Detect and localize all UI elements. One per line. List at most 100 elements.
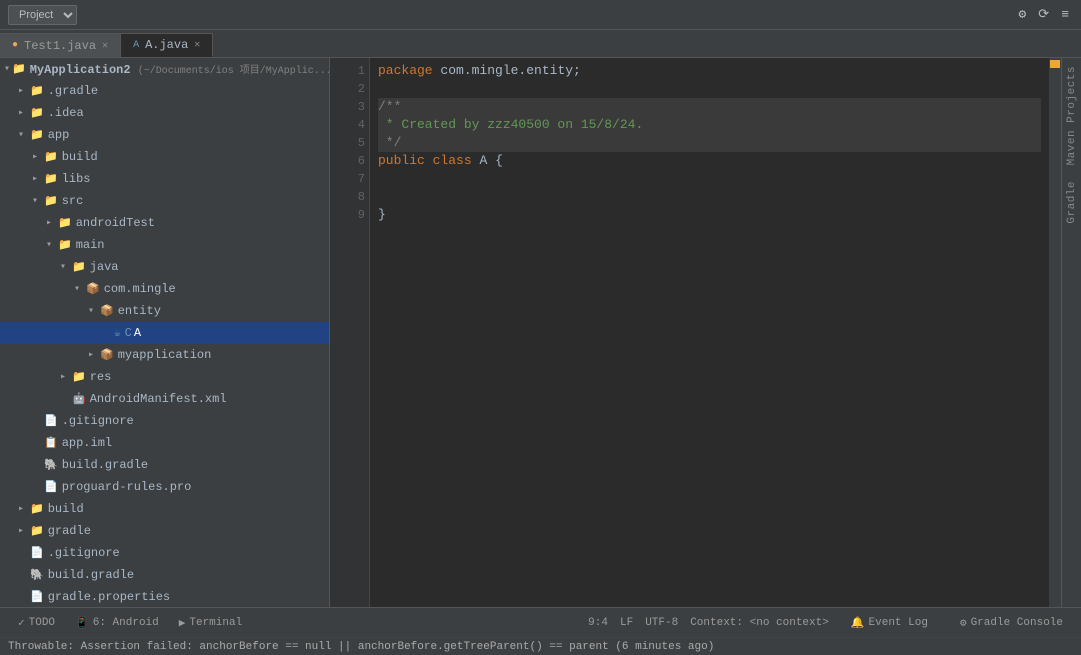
tree-label-myapplication: myapplication [118,348,212,362]
folder-icon-main: 📁 [58,238,72,252]
terminal-icon: ▶ [179,616,186,630]
tree-item-main[interactable]: ▾ 📁 main [0,234,329,256]
tree-item-myapp[interactable]: ▾ 📁 MyApplication2 (~/Documents/ios 项目/M… [0,58,329,80]
tree-item-build1[interactable]: ▸ 📁 build [0,146,329,168]
folder-icon-src: 📁 [44,194,58,208]
tree-item-build2[interactable]: ▸ 📁 build [0,498,329,520]
code-area[interactable]: package com.mingle.entity; /** * Created… [370,58,1049,607]
tree-item-gradle[interactable]: ▸ 📁 .gradle [0,80,329,102]
arrow-gradle2: ▸ [18,525,28,537]
maven-projects-label[interactable]: Maven Projects [1064,58,1080,173]
tree-label-proguard: proguard-rules.pro [62,480,192,494]
tree-item-appiml[interactable]: 📋 app.iml [0,432,329,454]
todo-icon: ✓ [18,616,25,630]
arrow-androidtest: ▸ [46,217,56,229]
settings-icon[interactable]: ≡ [1057,5,1073,24]
code-line-6: public class A { [378,152,1041,170]
folder-icon-gradle2: 📁 [30,524,44,538]
tree-label-gitignore1: .gitignore [62,414,134,428]
tree-label-app: app [48,128,70,142]
arrow-src: ▾ [32,195,42,207]
tree-label-gradleprop: gradle.properties [48,590,170,604]
tree-item-java[interactable]: ▾ 📁 java [0,256,329,278]
tab-bar: ● Test1.java ✕ A A.java ✕ [0,30,1081,58]
editor-gutter [1049,58,1061,607]
refresh-icon[interactable]: ⟳ [1034,5,1053,24]
package-icon-entity: 📦 [100,304,114,318]
arrow-res: ▸ [60,371,70,383]
arrow-build2: ▸ [18,503,28,515]
event-log-button[interactable]: 🔔 Event Log [841,612,938,634]
status-tab-terminal[interactable]: ▶ Terminal [169,612,252,634]
tree-item-idea[interactable]: ▸ 📁 .idea [0,102,329,124]
package-icon-commingle: 📦 [86,282,100,296]
tree-item-app[interactable]: ▾ 📁 app [0,124,329,146]
tree-item-commingle[interactable]: ▾ 📦 com.mingle [0,278,329,300]
gradle-icon-buildgradle1: 🐘 [44,458,58,472]
folder-icon-idea: 📁 [30,106,44,120]
tree-label-entity: entity [118,304,161,318]
tree-item-buildgradle2[interactable]: 🐘 build.gradle [0,564,329,586]
folder-icon-build2: 📁 [30,502,44,516]
tab-ajava[interactable]: A A.java ✕ [121,33,213,57]
tree-item-androidmanifest[interactable]: 🤖 AndroidManifest.xml [0,388,329,410]
tree-label-gitignore2: .gitignore [48,546,120,560]
gradle-label[interactable]: Gradle [1064,173,1080,232]
side-labels: Maven Projects Gradle [1061,58,1081,607]
line-numbers: 1 2 3 4 5 6 7 8 9 [330,58,370,607]
folder-icon-app: 📁 [30,128,44,142]
test1-icon: ● [12,40,18,51]
arrow-java: ▾ [60,261,70,273]
tree-item-gitignore1[interactable]: 📄 .gitignore [0,410,329,432]
status-tab-todo[interactable]: ✓ TODO [8,612,65,634]
status-tab-android[interactable]: 📱 6: Android [65,612,169,634]
tab-test1-close[interactable]: ✕ [102,40,108,52]
git-icon-gitignore2: 📄 [30,546,44,560]
tree-item-myapplication[interactable]: ▸ 📦 myapplication [0,344,329,366]
tree-label-main: main [76,238,105,252]
prop-icon-gradleprop: 📄 [30,590,44,604]
editor: 1 2 3 4 5 6 7 8 9 package com.mingle.ent… [330,58,1061,607]
tree-item-gradleprop[interactable]: 📄 gradle.properties [0,586,329,607]
code-line-3: /** [378,98,1041,116]
tree-label-build2: build [48,502,84,516]
gradle-console-button[interactable]: ⚙ Gradle Console [950,612,1073,634]
tree-item-gradle2[interactable]: ▸ 📁 gradle [0,520,329,542]
tree-item-proguard[interactable]: 📄 proguard-rules.pro [0,476,329,498]
iml-icon-appiml: 📋 [44,436,58,450]
code-line-2 [378,80,1041,98]
status-bar: ✓ TODO 📱 6: Android ▶ Terminal 9:4 LF UT… [0,607,1081,637]
code-line-5: */ [378,134,1041,152]
todo-label: TODO [29,617,55,629]
tree-label-libs: libs [62,172,91,186]
gradle-icon-buildgradle2: 🐘 [30,568,44,582]
main-area: ▾ 📁 MyApplication2 (~/Documents/ios 项目/M… [0,58,1081,607]
tree-item-afile[interactable]: ☕ C A [0,322,329,344]
package-icon-myapplication: 📦 [100,348,114,362]
status-tabs: ✓ TODO 📱 6: Android ▶ Terminal [8,612,252,634]
tree-item-res[interactable]: ▸ 📁 res [0,366,329,388]
file-tree: ▾ 📁 MyApplication2 (~/Documents/ios 项目/M… [0,58,329,607]
tree-item-entity[interactable]: ▾ 📦 entity [0,300,329,322]
arrow-main: ▾ [46,239,56,251]
tab-ajava-close[interactable]: ✕ [194,39,200,51]
tree-item-libs[interactable]: ▸ 📁 libs [0,168,329,190]
tree-item-androidtest[interactable]: ▸ 📁 androidTest [0,212,329,234]
folder-icon-myapp: 📁 [12,62,26,76]
event-log-label: Event Log [869,617,928,629]
tree-item-src[interactable]: ▾ 📁 src [0,190,329,212]
tab-test1[interactable]: ● Test1.java ✕ [0,33,121,57]
event-log-icon: 🔔 [851,616,865,630]
sync-icon[interactable]: ⚙ [1014,5,1030,24]
tree-label-build1: build [62,150,98,164]
tree-label-src: src [62,194,84,208]
tree-item-gitignore2[interactable]: 📄 .gitignore [0,542,329,564]
tree-label-commingle: com.mingle [104,282,176,296]
project-dropdown[interactable]: Project [8,5,77,25]
ajava-icon: A [133,40,139,51]
code-line-9: } [378,206,1041,224]
tree-item-buildgradle1[interactable]: 🐘 build.gradle [0,454,329,476]
editor-content: 1 2 3 4 5 6 7 8 9 package com.mingle.ent… [330,58,1061,607]
toolbar-icons: ⚙ ⟳ ≡ [1014,5,1073,24]
arrow-entity: ▾ [88,305,98,317]
